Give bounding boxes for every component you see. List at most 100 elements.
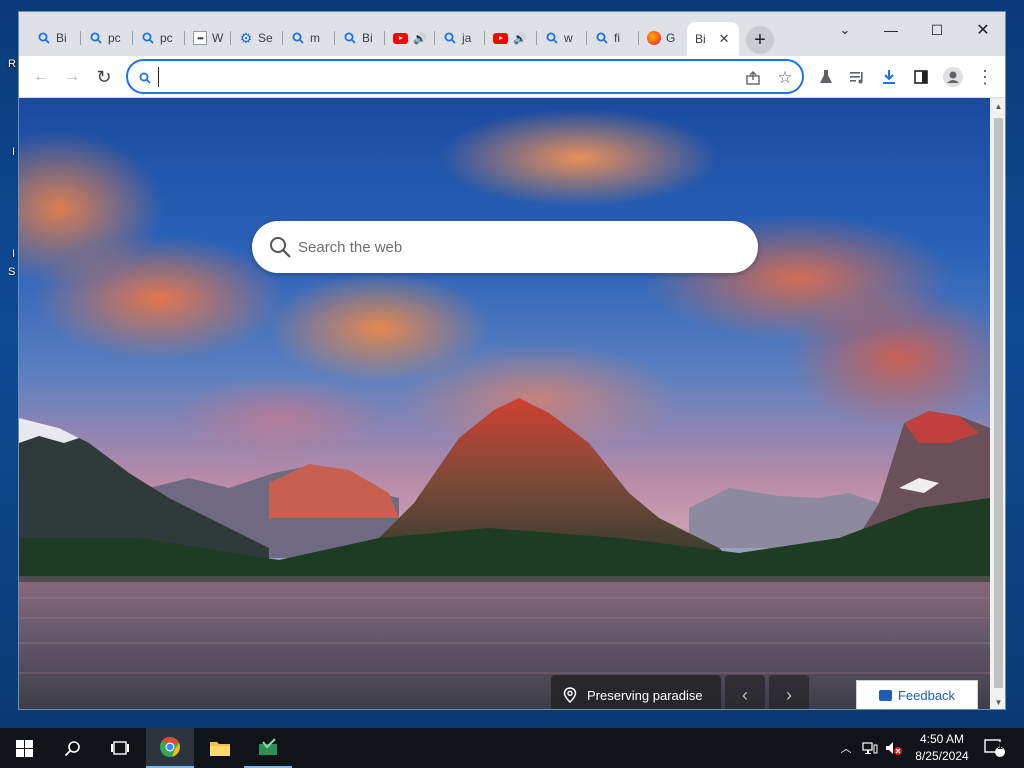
landscape-background bbox=[19, 398, 990, 709]
action-center-button[interactable]: 1 bbox=[980, 728, 1010, 768]
tab[interactable]: 🔊 bbox=[385, 24, 435, 52]
start-button[interactable] bbox=[0, 728, 48, 768]
audio-playing-icon[interactable]: 🔊 bbox=[413, 32, 427, 45]
side-panel-icon[interactable] bbox=[909, 65, 933, 89]
bookmark-star-icon[interactable]: ☆ bbox=[776, 68, 794, 87]
tab-label: W bbox=[212, 31, 224, 45]
feedback-icon bbox=[878, 689, 892, 701]
menu-dots-icon[interactable]: ⋮ bbox=[973, 65, 997, 89]
scroll-down-arrow-icon[interactable]: ▼ bbox=[994, 698, 1003, 707]
back-button[interactable]: ← bbox=[29, 65, 53, 89]
desktop-icon-label: I bbox=[12, 146, 16, 158]
tab[interactable]: fi bbox=[587, 24, 639, 52]
profile-icon[interactable] bbox=[941, 65, 965, 89]
gear-icon: ⚙ bbox=[239, 30, 253, 46]
feedback-button[interactable]: Feedback bbox=[856, 680, 978, 709]
system-clock[interactable]: 4:50 AM 8/25/2024 bbox=[907, 731, 977, 765]
show-hidden-icons-chevron-icon[interactable]: ︿ bbox=[836, 728, 856, 768]
task-view-icon bbox=[111, 741, 129, 755]
new-tab-page: Preserving paradise ‹ › Feedback bbox=[19, 98, 990, 709]
tab-label: fi bbox=[614, 31, 620, 45]
clock-date: 8/25/2024 bbox=[915, 749, 969, 763]
tab-close-icon[interactable]: ✕ bbox=[719, 31, 730, 47]
address-bar[interactable]: ☆ bbox=[126, 59, 804, 94]
tab[interactable]: w bbox=[537, 24, 587, 52]
tab-label: Bi bbox=[56, 31, 67, 45]
audio-playing-icon[interactable]: 🔊 bbox=[513, 32, 527, 45]
desktop-icon-label: S bbox=[8, 266, 16, 278]
taskbar: ︿ 4:50 AM 8/25/2024 1 bbox=[0, 728, 1024, 768]
tab-active[interactable]: Bi ✕ bbox=[687, 22, 739, 56]
image-caption-button[interactable]: Preserving paradise bbox=[551, 675, 721, 709]
chrome-icon bbox=[160, 736, 180, 757]
taskbar-app-button[interactable] bbox=[244, 728, 292, 768]
minimize-button[interactable]: — bbox=[871, 16, 911, 44]
tab-label: G bbox=[666, 31, 676, 45]
maximize-button[interactable]: ☐ bbox=[917, 16, 957, 44]
location-pin-icon bbox=[563, 687, 577, 703]
labs-flask-icon[interactable] bbox=[814, 65, 838, 89]
firefox-icon bbox=[647, 31, 661, 45]
tab[interactable]: Bi bbox=[29, 24, 81, 52]
scrollbar-thumb[interactable] bbox=[994, 118, 1003, 688]
tab-label: ja bbox=[462, 31, 472, 45]
close-window-button[interactable]: ✕ bbox=[963, 16, 1003, 44]
network-icon[interactable] bbox=[858, 728, 882, 768]
browser-window: Bi pc pc ••• W ⚙ Se m Bi 🔊 ja 🔊 w fi G B… bbox=[18, 11, 1006, 710]
previous-image-button[interactable]: ‹ bbox=[725, 675, 765, 709]
share-icon[interactable] bbox=[744, 69, 762, 87]
tab[interactable]: pc bbox=[133, 24, 185, 52]
taskbar-file-explorer-button[interactable] bbox=[196, 728, 244, 768]
tab[interactable]: 🔊 bbox=[485, 24, 537, 52]
search-icon bbox=[141, 31, 155, 45]
search-icon bbox=[136, 69, 154, 87]
browser-toolbar: ← → ↻ ☆ ⋮ bbox=[19, 56, 1005, 98]
search-icon bbox=[443, 31, 457, 45]
search-icon bbox=[595, 31, 609, 45]
download-icon[interactable] bbox=[877, 65, 901, 89]
scroll-up-arrow-icon[interactable]: ▲ bbox=[994, 102, 1003, 111]
clock-time: 4:50 AM bbox=[919, 732, 965, 746]
tab[interactable]: ••• W bbox=[185, 24, 231, 52]
tab-label: Bi bbox=[362, 31, 373, 45]
tab-label: Se bbox=[258, 31, 273, 45]
caption-text: Preserving paradise bbox=[587, 687, 703, 703]
volume-muted-icon[interactable] bbox=[882, 728, 906, 768]
web-search-box[interactable] bbox=[252, 221, 758, 273]
feedback-label: Feedback bbox=[897, 687, 956, 703]
tab-strip: Bi pc pc ••• W ⚙ Se m Bi 🔊 ja 🔊 w fi G B… bbox=[19, 12, 1005, 58]
youtube-icon bbox=[493, 32, 508, 44]
tab[interactable]: G bbox=[639, 24, 685, 52]
tab[interactable]: ⚙ Se bbox=[231, 24, 283, 52]
windows-logo-icon bbox=[15, 739, 33, 757]
desktop-icon-label: I bbox=[12, 248, 16, 260]
new-tab-button[interactable]: + bbox=[746, 26, 774, 54]
tab[interactable]: pc bbox=[81, 24, 133, 52]
forward-button[interactable]: → bbox=[60, 65, 84, 89]
task-view-button[interactable] bbox=[96, 728, 144, 768]
media-playlist-icon[interactable] bbox=[845, 65, 869, 89]
youtube-icon bbox=[393, 32, 408, 44]
desktop-icon-label: R bbox=[8, 58, 16, 70]
search-icon bbox=[291, 31, 305, 45]
search-icon bbox=[545, 31, 559, 45]
search-icon bbox=[268, 235, 292, 264]
tab-label: Bi bbox=[695, 32, 706, 46]
tab-label: pc bbox=[160, 31, 173, 45]
dots-favicon: ••• bbox=[193, 31, 207, 45]
tab[interactable]: ja bbox=[435, 24, 485, 52]
next-image-button[interactable]: › bbox=[769, 675, 809, 709]
tab-label: w bbox=[564, 31, 573, 45]
taskbar-chrome-button[interactable] bbox=[146, 728, 194, 768]
web-search-input[interactable] bbox=[298, 233, 738, 261]
tab[interactable]: Bi bbox=[335, 24, 385, 52]
tab-search-button[interactable]: ⌄ bbox=[825, 16, 865, 44]
search-icon bbox=[89, 31, 103, 45]
address-input[interactable] bbox=[158, 67, 728, 87]
search-icon bbox=[343, 31, 357, 45]
reload-button[interactable]: ↻ bbox=[92, 65, 116, 89]
taskbar-search-button[interactable] bbox=[48, 728, 96, 768]
file-explorer-icon bbox=[210, 742, 230, 756]
tab[interactable]: m bbox=[283, 24, 335, 52]
vertical-scrollbar[interactable]: ▲ ▼ bbox=[990, 98, 1005, 709]
